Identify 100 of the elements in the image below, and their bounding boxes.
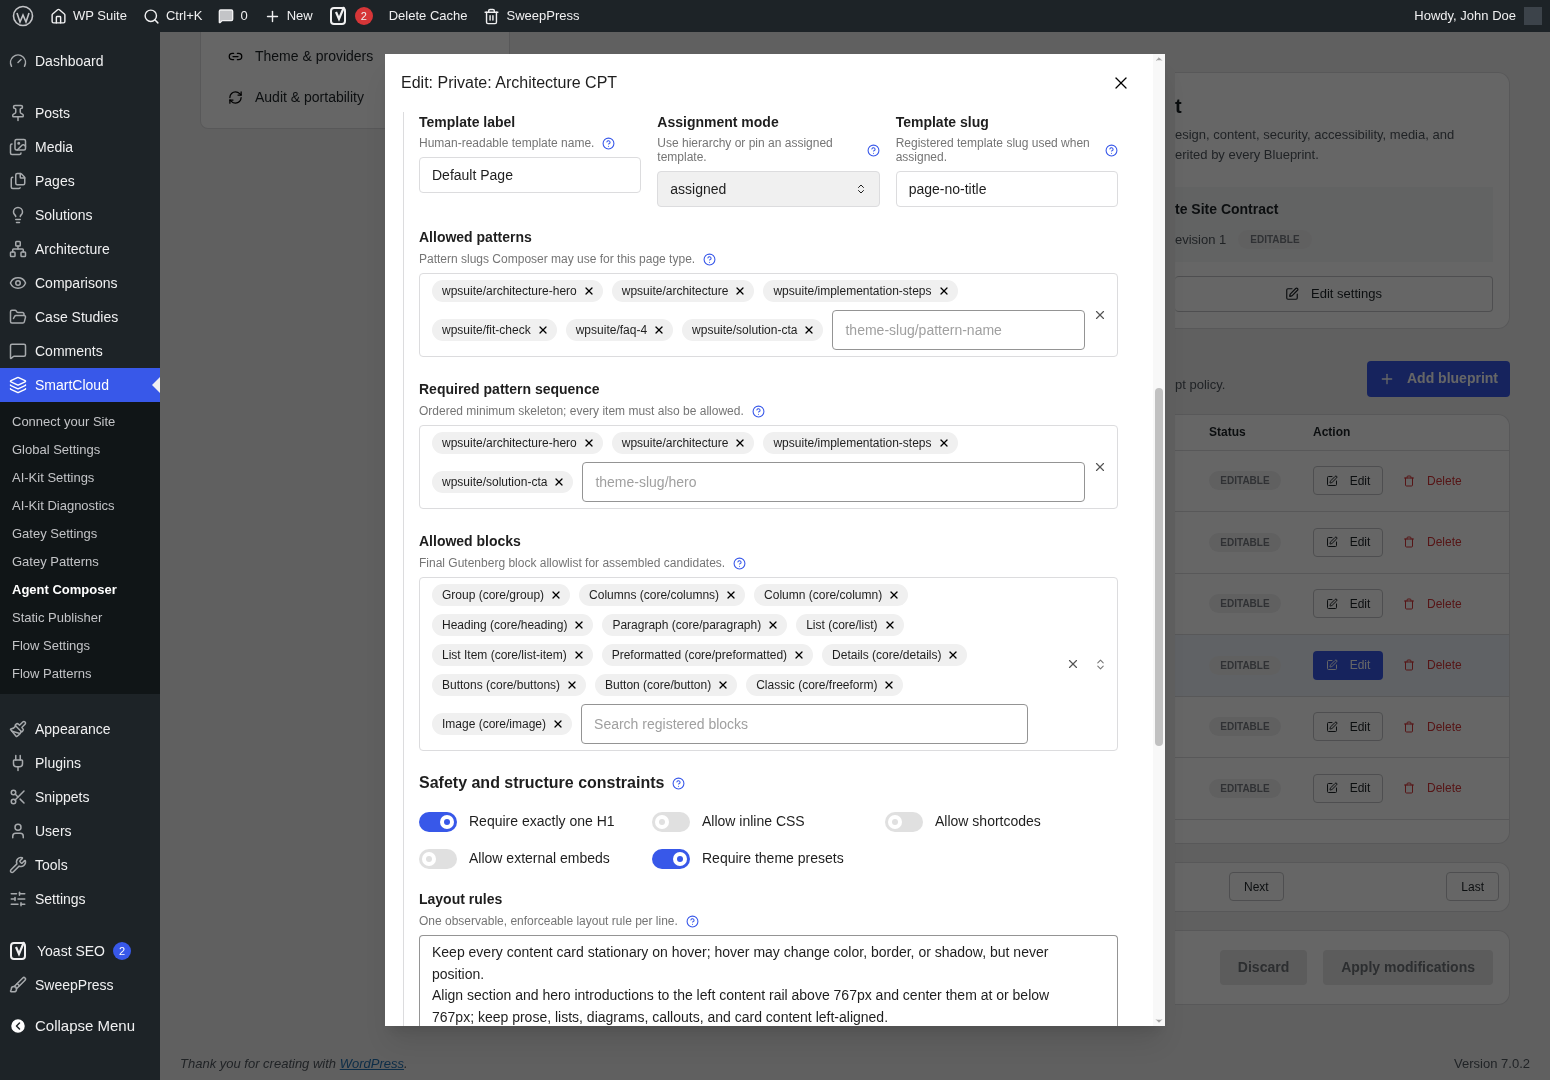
text-field[interactable]: page-no-title <box>895 171 1118 207</box>
help-icon[interactable] <box>866 143 880 157</box>
clear-icon[interactable] <box>1066 657 1080 671</box>
sweeppress-link[interactable]: SweepPress <box>506 6 580 26</box>
submenu-item[interactable]: Agent Composer <box>0 576 160 604</box>
card-description: esign, content, security, accessibility, media, and erited by every Blueprint. <box>1175 126 1456 164</box>
clear-icon[interactable] <box>1093 460 1107 474</box>
help-icon[interactable] <box>733 556 747 570</box>
trash-icon <box>1403 720 1415 733</box>
help-text: Human-readable template name. <box>419 136 595 150</box>
delete-cache-link[interactable]: Delete Cache <box>380 0 476 32</box>
new-link[interactable]: New <box>286 6 313 26</box>
tag-label: List Item (core/list-item) <box>442 647 567 664</box>
submenu-item[interactable]: Gatey Patterns <box>0 548 160 576</box>
menu-label: Snippets <box>35 787 90 807</box>
menu-label: Users <box>35 821 72 841</box>
tag-label: wpsuite/faq-4 <box>575 322 648 339</box>
menu-icon <box>9 240 27 258</box>
logo-icon[interactable] <box>12 5 34 27</box>
menu-label: Settings <box>35 889 86 909</box>
menu-item[interactable]: Case Studies <box>0 300 160 334</box>
submenu-item[interactable]: Connect your Site <box>0 408 160 436</box>
help-icon[interactable] <box>1105 143 1118 157</box>
menu-item[interactable]: SweepPress <box>0 968 160 1002</box>
toggle-label: Require theme presets <box>702 849 844 868</box>
tag-label: Image (core/image) <box>442 716 547 733</box>
edit-icon <box>1325 597 1338 610</box>
menu-item[interactable]: Posts <box>0 96 160 130</box>
tag-input-field[interactable]: theme-slug/pattern-name <box>832 310 1085 350</box>
tag-label: wpsuite/architecture-hero <box>442 283 577 300</box>
menu-label: Architecture <box>35 239 110 259</box>
toggle-switch[interactable] <box>652 811 690 832</box>
card-heading: t <box>1175 94 1183 119</box>
text-field[interactable]: Default Page <box>419 157 642 193</box>
trash-icon <box>1403 536 1415 549</box>
toggle-switch[interactable] <box>885 811 923 832</box>
help-icon[interactable] <box>703 252 717 266</box>
menu-icon <box>9 376 27 394</box>
toggle-switch[interactable] <box>419 811 457 832</box>
toggle-label: Allow shortcodes <box>935 812 1041 831</box>
help-icon[interactable] <box>672 776 686 790</box>
comment-count[interactable]: 0 <box>240 6 248 26</box>
tag-label: Column (core/column) <box>764 587 883 604</box>
menu-item[interactable]: Comparisons <box>0 266 160 300</box>
submenu-item[interactable]: Flow Settings <box>0 632 160 660</box>
menu-icon <box>9 890 27 908</box>
menu-icon <box>9 822 27 840</box>
tag-label: wpsuite/solution-cta <box>692 322 798 339</box>
section-heading: Safety and structure constraints <box>419 773 665 793</box>
submenu-item[interactable]: Flow Patterns <box>0 660 160 688</box>
assignment-select[interactable]: assigned <box>657 171 880 207</box>
edit-icon <box>1325 536 1338 549</box>
help-icon[interactable] <box>685 914 699 928</box>
greeting-link[interactable]: Howdy, John Doe <box>1406 6 1524 26</box>
submenu-item[interactable]: Static Publisher <box>0 604 160 632</box>
menu-item[interactable]: Pages <box>0 164 160 198</box>
menu-item[interactable]: Settings <box>0 882 160 916</box>
menu-icon <box>9 138 27 156</box>
menu-item[interactable]: Tools <box>0 848 160 882</box>
menu-label: Plugins <box>35 753 81 773</box>
menu-item[interactable]: Architecture <box>0 232 160 266</box>
menu-item[interactable]: Comments <box>0 334 160 368</box>
submenu-item[interactable]: AI-Kit Settings <box>0 464 160 492</box>
trash-icon <box>1403 474 1415 487</box>
scrollbar[interactable] <box>1153 54 1165 1026</box>
layout-rules-field[interactable]: Keep every content card stationary on hover; hover may change color, border, or shadow, but never position. Align section and hero introductions to the left content rail above 767px and center them at or below 767px; keep prose, lists, diagrams, callouts, and card content left-aligned. <box>419 935 1118 1026</box>
collapse-menu-button[interactable]: Collapse Menu <box>0 1008 160 1044</box>
menu-label: Comparisons <box>35 273 118 293</box>
tag-input-field[interactable]: theme-slug/hero <box>582 462 1085 502</box>
submenu-item[interactable]: Global Settings <box>0 436 160 464</box>
tag-label: Button (core/button) <box>605 677 712 694</box>
submenu-item[interactable]: AI-Kit Diagnostics <box>0 492 160 520</box>
tag-input-field[interactable]: Search registered blocks <box>581 704 1028 744</box>
menu-item[interactable]: SmartCloud <box>0 368 160 402</box>
tag-label: List (core/list) <box>806 617 878 634</box>
tag-label: Details (core/details) <box>832 647 942 664</box>
clear-icon[interactable] <box>1093 308 1107 322</box>
yoast-icon <box>9 941 29 961</box>
edit-icon <box>1325 474 1338 487</box>
menu-item[interactable]: Plugins <box>0 746 160 780</box>
search-shortcut[interactable]: Ctrl+K <box>165 6 203 26</box>
column-header: Status <box>1209 424 1247 441</box>
tag-label: wpsuite/architecture <box>621 435 729 452</box>
menu-item[interactable]: Users <box>0 814 160 848</box>
menu-item[interactable]: Yoast SEO 2 <box>0 934 160 968</box>
chevron-icon[interactable] <box>1094 657 1107 671</box>
help-icon[interactable] <box>751 404 765 418</box>
menu-item[interactable]: Solutions <box>0 198 160 232</box>
menu-label: SmartCloud <box>35 375 109 395</box>
submenu-item[interactable]: Gatey Settings <box>0 520 160 548</box>
toggle-switch[interactable] <box>652 848 690 869</box>
menu-item[interactable]: Appearance <box>0 712 160 746</box>
toggle-switch[interactable] <box>419 848 457 869</box>
menu-item[interactable]: Media <box>0 130 160 164</box>
menu-item[interactable]: Snippets <box>0 780 160 814</box>
menu-item[interactable]: Dashboard <box>0 44 160 78</box>
site-name-link[interactable]: WP Suite <box>73 6 127 26</box>
scrollbar-thumb[interactable] <box>1155 388 1163 746</box>
help-icon[interactable] <box>602 136 616 150</box>
tag-label: wpsuite/architecture <box>621 283 729 300</box>
